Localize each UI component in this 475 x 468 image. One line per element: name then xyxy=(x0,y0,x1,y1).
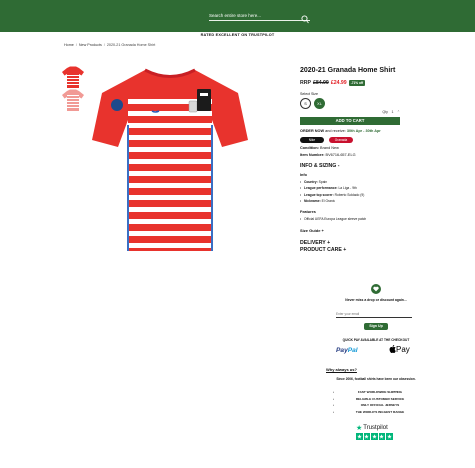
breadcrumb-category[interactable]: New Products xyxy=(79,43,102,47)
product-info: 2020-21 Granada Home Shirt RRP £84.99 £2… xyxy=(300,67,420,253)
top-bar xyxy=(0,0,475,32)
features-subheading: Features xyxy=(300,210,316,214)
sign-up-button[interactable]: Sign Up xyxy=(364,323,388,330)
thumbnail-back[interactable] xyxy=(60,88,86,112)
breadcrumb: Home / New Products/2020-21 Granada Home S… xyxy=(64,43,155,47)
item-number-value: BV6716-657-ELG xyxy=(325,153,356,157)
heart-icon xyxy=(371,284,381,294)
qty-label: Qty xyxy=(382,110,388,114)
condition-value: Brand New xyxy=(320,146,339,150)
search-input[interactable] xyxy=(209,11,297,20)
list-item: Official UEFA Europa League sleeve patch xyxy=(300,217,420,221)
item-number-row: Item Number: BV6716-657-ELG xyxy=(300,153,420,157)
paypal-logo: PayPal xyxy=(336,347,358,354)
size-option-s[interactable]: S xyxy=(300,98,311,109)
star-icon xyxy=(356,433,363,440)
rrp-label: RRP xyxy=(300,79,311,86)
discount-badge: -71% off xyxy=(348,79,366,86)
info-list: Country: Spain League performance: La Li… xyxy=(300,180,420,204)
delivery-toggle[interactable]: DELIVERY + xyxy=(300,240,420,246)
order-now-label: ORDER NOW xyxy=(300,129,325,133)
product-main-image[interactable] xyxy=(90,65,250,255)
since-text: Since 2006, football shirts have been ou… xyxy=(336,377,416,381)
tag-nike[interactable]: Nike xyxy=(300,137,324,143)
apple-pay-logo: Pay xyxy=(389,345,410,354)
delivery-dates: 30th Apr - 30th Apr xyxy=(346,129,381,133)
brand-tags: Nike Granada xyxy=(300,137,420,143)
info-subheading: Info xyxy=(300,173,307,177)
thumbnail-front[interactable] xyxy=(60,65,86,89)
trustpilot-banner[interactable]: RATED EXCELLENT ON TRUSTPILOT xyxy=(0,33,475,37)
list-item: Country: Spain xyxy=(300,180,420,184)
item-number-label: Item Number: xyxy=(300,153,325,157)
quick-pay-heading: QUICK PAY AVAILABLE AT THE CHECKOUT xyxy=(342,338,410,342)
trustpilot-star-icon: ★ xyxy=(356,425,363,432)
star-icon xyxy=(386,433,393,440)
star-icon xyxy=(363,433,370,440)
trustpilot-widget[interactable]: ★ Trustpilot xyxy=(356,424,398,440)
condition-row: Condition: Brand New xyxy=(300,146,420,150)
info-sizing-toggle[interactable]: INFO & SIZING - xyxy=(300,163,420,169)
shirt-image xyxy=(92,68,248,251)
size-option-xl[interactable]: XL xyxy=(314,98,325,109)
usp-list: FAST WORLDWIDE SHIPPING RELIABLE CUSTOME… xyxy=(330,390,430,416)
shirt-thumbnail-back-image xyxy=(62,89,84,111)
quantity-control: Qty 1 ⌃ xyxy=(300,110,420,114)
rrp-price: £84.99 xyxy=(312,79,329,86)
why-us-link[interactable]: Why always us? xyxy=(326,367,357,372)
price-row: RRP £84.99 £24.99 -71% off xyxy=(300,79,420,86)
list-item: FAST WORLDWIDE SHIPPING xyxy=(330,390,430,394)
sale-price: £24.99 xyxy=(330,79,347,86)
list-item: THE WORLD'S BIGGEST RANGE xyxy=(330,410,430,414)
size-selector: S XL xyxy=(300,98,420,109)
list-item: Nickname: El Graná xyxy=(300,199,420,203)
list-item: League top scorer: Roberto Soldado (9) xyxy=(300,193,420,197)
breadcrumb-current: 2020-21 Granada Home Shirt xyxy=(106,43,156,47)
list-item: League performance: La Liga - 9th xyxy=(300,186,420,190)
star-icon xyxy=(371,433,378,440)
size-label: Select Size xyxy=(300,92,318,96)
apple-icon xyxy=(389,345,396,353)
product-title: 2020-21 Granada Home Shirt xyxy=(300,67,396,74)
condition-label: Condition: xyxy=(300,146,319,150)
star-icon xyxy=(378,433,385,440)
qty-value[interactable]: 1 xyxy=(389,110,396,114)
breadcrumb-home[interactable]: Home xyxy=(64,43,74,47)
features-list: Official UEFA Europa League sleeve patch xyxy=(300,217,420,221)
shirt-thumbnail-image xyxy=(62,66,84,88)
tag-granada[interactable]: Granada xyxy=(329,137,353,143)
add-to-cart-button[interactable]: ADD TO CART xyxy=(300,117,400,125)
list-item: ONLY OFFICIAL JERSEYS xyxy=(330,403,430,407)
product-care-toggle[interactable]: PRODUCT CARE + xyxy=(300,247,420,253)
search-box[interactable] xyxy=(209,11,310,24)
trustpilot-logo: ★ Trustpilot xyxy=(356,425,388,432)
size-guide-toggle[interactable]: Size Guide + xyxy=(300,228,420,233)
qty-stepper-icon[interactable]: ⌃ xyxy=(397,110,400,114)
search-icon[interactable] xyxy=(301,11,309,24)
breadcrumb-separator: / xyxy=(75,43,77,47)
receive-text: and receive: xyxy=(325,129,346,133)
breadcrumb-separator: / xyxy=(103,43,105,47)
newsletter-text: Never miss a drop or discount again... xyxy=(345,298,407,302)
email-field[interactable] xyxy=(336,310,412,318)
list-item: RELIABLE CUSTOMER SERVICE xyxy=(330,397,430,401)
delivery-estimate: ORDER NOW and receive: 30th Apr - 30th A… xyxy=(300,129,420,133)
trustpilot-rating xyxy=(356,433,398,440)
